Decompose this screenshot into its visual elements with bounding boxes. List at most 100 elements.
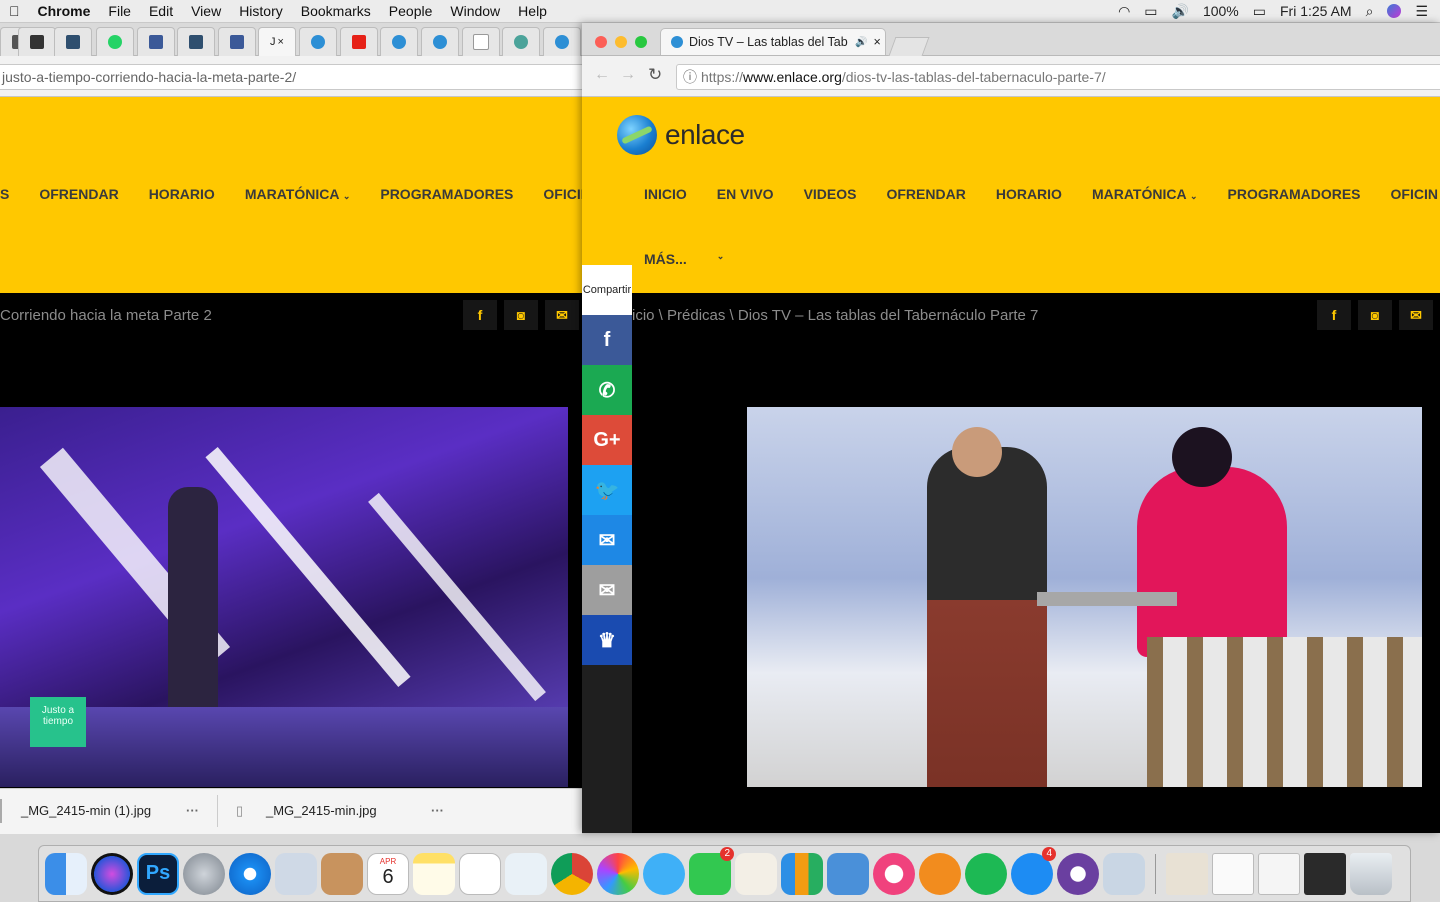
tor-icon[interactable]: [1057, 852, 1099, 895]
nav-ofrendar[interactable]: OFRENDAR: [39, 186, 118, 202]
enlace-logo[interactable]: enlace: [617, 115, 745, 155]
sms-share-button[interactable]: ✉: [582, 515, 632, 565]
audio-icon[interactable]: 🔊: [855, 37, 867, 48]
downloads-stack-icon[interactable]: [1166, 852, 1208, 895]
image-capture-icon[interactable]: [1103, 852, 1145, 895]
instagram-icon[interactable]: ◙: [1358, 300, 1392, 330]
close-icon[interactable]: ×: [278, 36, 284, 48]
email-share-button[interactable]: ✉: [582, 565, 632, 615]
nav-item[interactable]: S: [0, 186, 9, 202]
notes-icon[interactable]: [413, 852, 455, 895]
forward-icon[interactable]: →: [620, 66, 636, 84]
ibooks-icon[interactable]: [919, 852, 961, 895]
back-icon[interactable]: ←: [594, 66, 610, 84]
tab[interactable]: [340, 27, 378, 56]
address-field[interactable]: ⓘ https://www.enlace.org/dios-tv-las-tabl…: [676, 64, 1440, 90]
trash-icon[interactable]: [1350, 852, 1392, 895]
google-plus-share-button[interactable]: G+: [582, 415, 632, 465]
tab[interactable]: [380, 27, 418, 56]
apple-menu-icon[interactable]: : [0, 0, 29, 22]
textedit-icon[interactable]: [735, 852, 777, 895]
close-window-button[interactable]: [595, 36, 607, 48]
preview-icon[interactable]: [275, 852, 317, 895]
mail-icon[interactable]: ✉: [545, 300, 579, 330]
nav-maratonica[interactable]: MARATÓNICA ⌄: [245, 186, 351, 202]
battery-icon[interactable]: ▭: [1253, 3, 1266, 20]
nav-programadores[interactable]: PROGRAMADORES: [380, 186, 513, 202]
nav-videos[interactable]: VIDEOS: [804, 186, 857, 202]
nav-maratonica[interactable]: MARATÓNICA ⌄: [1092, 186, 1198, 202]
tab[interactable]: [421, 27, 459, 56]
sumo-share-button[interactable]: ♛: [582, 615, 632, 665]
nav-more[interactable]: MÁS... ⌄: [644, 251, 724, 267]
keynote-icon[interactable]: [827, 852, 869, 895]
download-item[interactable]: _MG_2415-min (1).jpg: [21, 803, 151, 818]
download-menu-icon[interactable]: ···: [431, 803, 444, 818]
menu-window[interactable]: Window: [441, 0, 509, 22]
nav-ofrendar[interactable]: OFRENDAR: [886, 186, 965, 202]
video-player[interactable]: [747, 407, 1422, 787]
tab[interactable]: [54, 27, 92, 56]
facetime-icon[interactable]: 2: [689, 846, 734, 895]
close-icon[interactable]: ×: [873, 35, 880, 49]
download-menu-icon[interactable]: ···: [186, 803, 199, 818]
safari-icon[interactable]: [229, 852, 271, 895]
facebook-icon[interactable]: f: [463, 300, 497, 330]
nav-oficina[interactable]: OFICIN: [1391, 186, 1438, 202]
nav-inicio[interactable]: INICIO: [644, 186, 687, 202]
instagram-icon[interactable]: ◙: [504, 300, 538, 330]
whatsapp-share-button[interactable]: ✆: [582, 365, 632, 415]
download-item[interactable]: _MG_2415-min.jpg: [266, 803, 377, 818]
tab[interactable]: [502, 27, 540, 56]
video-player[interactable]: Justo a tiempo: [0, 407, 568, 787]
airplay-icon[interactable]: ▭: [1144, 3, 1157, 20]
contacts-icon[interactable]: [321, 852, 363, 895]
menu-edit[interactable]: Edit: [140, 0, 182, 22]
chrome-icon[interactable]: [551, 852, 593, 895]
siri-icon[interactable]: [91, 852, 133, 895]
launchpad-icon[interactable]: [183, 852, 225, 895]
itunes-icon[interactable]: [873, 852, 915, 895]
nav-programadores[interactable]: PROGRAMADORES: [1228, 186, 1361, 202]
document-thumbnail-icon[interactable]: [1212, 852, 1254, 895]
tab[interactable]: [96, 27, 134, 56]
new-tab-button[interactable]: [888, 37, 930, 56]
wifi-icon[interactable]: ◠: [1118, 3, 1130, 20]
tab[interactable]: [137, 27, 175, 56]
facebook-share-button[interactable]: f: [582, 315, 632, 365]
info-icon[interactable]: ⓘ: [683, 69, 697, 85]
numbers-icon[interactable]: [781, 852, 823, 895]
tab[interactable]: [299, 27, 337, 56]
reminders-icon[interactable]: [459, 852, 501, 895]
twitter-share-button[interactable]: 🐦: [582, 465, 632, 515]
menu-view[interactable]: View: [182, 0, 230, 22]
spotlight-icon[interactable]: ⌕: [1366, 3, 1374, 20]
spotify-icon[interactable]: [965, 852, 1007, 895]
nav-horario[interactable]: HORARIO: [996, 186, 1062, 202]
nav-oficina[interactable]: OFICIN: [543, 186, 582, 202]
reload-icon[interactable]: ↻: [648, 65, 662, 85]
address-field[interactable]: justo-a-tiempo-corriendo-hacia-la-meta-p…: [0, 64, 582, 90]
app-menu[interactable]: Chrome: [29, 0, 100, 22]
messages-icon[interactable]: [643, 852, 685, 895]
mail-icon[interactable]: ✉: [1399, 300, 1433, 330]
terminal-thumbnail-icon[interactable]: [1304, 852, 1346, 895]
battery-percent[interactable]: 100%: [1203, 3, 1239, 19]
tab[interactable]: [462, 27, 500, 56]
tab-active[interactable]: J ×: [258, 27, 296, 56]
siri-icon[interactable]: [1387, 4, 1402, 18]
photos-icon[interactable]: [597, 852, 639, 895]
menu-people[interactable]: People: [380, 0, 442, 22]
nav-en-vivo[interactable]: EN VIVO: [717, 186, 774, 202]
nav-horario[interactable]: HORARIO: [149, 186, 215, 202]
calendar-icon[interactable]: APR 6: [367, 852, 409, 895]
tab-active[interactable]: Dios TV – Las tablas del Tab 🔊 ×: [660, 28, 886, 55]
photoshop-icon[interactable]: Ps: [137, 852, 179, 895]
menu-file[interactable]: File: [99, 0, 140, 22]
facebook-icon[interactable]: f: [1317, 300, 1351, 330]
tab[interactable]: [18, 27, 56, 56]
menu-bookmarks[interactable]: Bookmarks: [292, 0, 380, 22]
tab[interactable]: [543, 27, 581, 56]
photo-booth-icon[interactable]: [505, 852, 547, 895]
notification-center-icon[interactable]: ☰: [1415, 3, 1428, 20]
